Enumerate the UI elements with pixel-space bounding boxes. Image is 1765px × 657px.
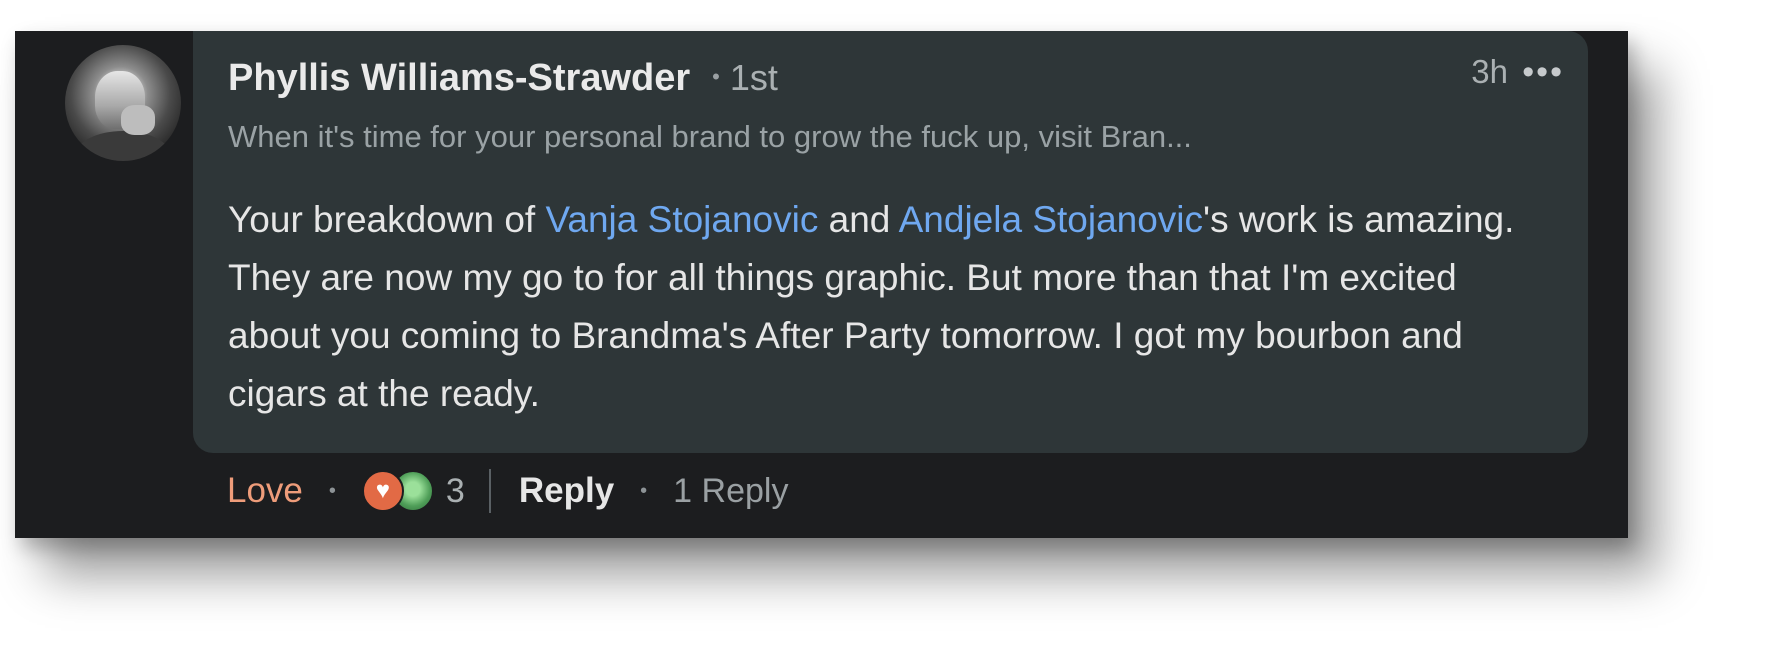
heart-reaction-icon: ♥	[361, 470, 404, 512]
reaction-count: 3	[445, 471, 465, 510]
separator-dot: •	[712, 64, 720, 89]
mention-link[interactable]: Andjela Stojanovic	[899, 199, 1203, 240]
separator-dot: •	[640, 479, 648, 502]
comment-timestamp: 3h	[1471, 53, 1508, 90]
author-headline: When it's time for your personal brand t…	[228, 119, 1192, 154]
separator-dot: •	[328, 479, 336, 502]
connection-degree: 1st	[729, 57, 778, 98]
comment-text-part: and	[818, 199, 899, 240]
divider	[488, 469, 491, 513]
reply-button[interactable]: Reply	[519, 471, 614, 511]
replies-link[interactable]: 1 Reply	[673, 472, 788, 511]
avatar[interactable]	[65, 45, 181, 161]
author-row: Phyllis Williams-Strawder • 1st	[228, 57, 778, 100]
comment-bubble: Phyllis Williams-Strawder • 1st When it'…	[193, 31, 1588, 453]
avatar-hand	[121, 105, 155, 135]
reactions-summary[interactable]: ♥ 3	[361, 470, 465, 512]
comment-text: Your breakdown of Vanja Stojanovic and A…	[228, 191, 1548, 423]
comment-card: Phyllis Williams-Strawder • 1st When it'…	[15, 31, 1628, 538]
more-options-icon[interactable]: •••	[1522, 53, 1564, 92]
mention-link[interactable]: Vanja Stojanovic	[545, 199, 818, 240]
author-name[interactable]: Phyllis Williams-Strawder	[228, 57, 690, 100]
avatar-shoulder	[75, 131, 171, 161]
love-reaction-button[interactable]: Love	[227, 471, 303, 511]
comment-text-part: Your breakdown of	[228, 199, 546, 240]
comment-actions: Love • ♥ 3 Reply • 1 Reply	[227, 461, 788, 521]
